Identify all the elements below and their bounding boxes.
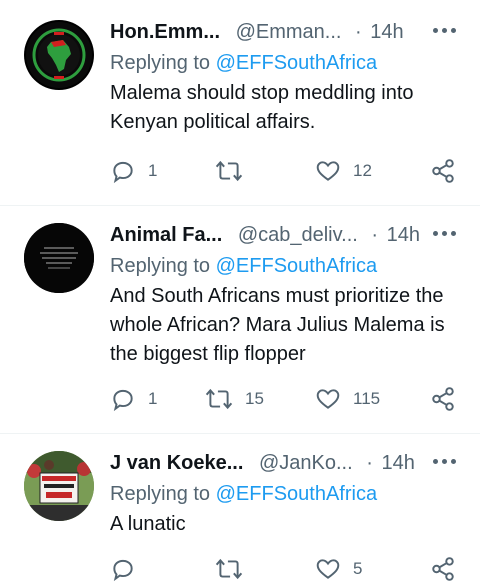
mention-link[interactable]: @EFFSouthAfrica	[216, 483, 377, 505]
like-button[interactable]: 5	[315, 556, 362, 582]
share-button[interactable]	[430, 556, 456, 582]
like-button[interactable]: 115	[315, 386, 380, 412]
replying-prefix: Replying to	[110, 483, 216, 505]
user-handle[interactable]: @JanKo...	[259, 452, 353, 474]
replying-prefix: Replying to	[110, 255, 216, 277]
mention-link[interactable]: @EFFSouthAfrica	[216, 255, 377, 277]
like-count: 115	[353, 389, 381, 408]
tweet-text: A lunatic	[110, 513, 186, 535]
tweet-actions: 1 15 115	[0, 386, 480, 416]
tweet-header: Animal Fa... @cab_deliv... · 14h	[110, 221, 480, 249]
retweet-icon	[215, 558, 243, 580]
like-count: 5	[353, 559, 363, 578]
like-button[interactable]: 12	[315, 158, 372, 184]
tweet-text: Malema should stop meddling into Kenyan …	[110, 82, 414, 133]
retweet-icon	[205, 388, 233, 410]
replying-to: Replying to @EFFSouthAfrica	[110, 480, 377, 508]
retweet-count: 15	[245, 389, 264, 408]
separator-dot: ·	[371, 224, 379, 246]
display-name[interactable]: Animal Fa...	[110, 224, 222, 246]
avatar[interactable]	[24, 20, 94, 90]
timestamp[interactable]: 14h	[387, 224, 420, 246]
like-icon	[316, 161, 340, 181]
share-icon	[432, 159, 454, 183]
display-name[interactable]: Hon.Emm...	[110, 21, 220, 43]
more-icon[interactable]	[433, 28, 456, 33]
separator-dot: ·	[366, 452, 373, 474]
share-icon	[432, 387, 454, 411]
like-count: 12	[353, 161, 372, 180]
reply-count: 1	[148, 161, 158, 180]
timestamp[interactable]: 14h	[381, 452, 414, 474]
retweet-button[interactable]	[215, 158, 255, 184]
tweet-text: And South Africans must prioritize the w…	[110, 285, 445, 365]
share-button[interactable]	[430, 158, 456, 184]
mention-link[interactable]: @EFFSouthAfrica	[216, 52, 377, 74]
replying-to: Replying to @EFFSouthAfrica	[110, 252, 377, 280]
user-handle[interactable]: @cab_deliv...	[238, 224, 358, 246]
african-map-logo	[26, 22, 92, 88]
retweet-icon	[215, 160, 243, 182]
reply-button[interactable]	[110, 556, 148, 582]
more-icon[interactable]	[433, 459, 456, 464]
replying-prefix: Replying to	[110, 52, 216, 74]
avatar[interactable]	[24, 223, 94, 293]
divider	[0, 205, 480, 206]
avatar[interactable]	[24, 451, 94, 521]
tweet-header: Hon.Emm... @Emman... · 14h	[110, 18, 480, 46]
dark-text-avatar	[24, 223, 94, 293]
like-icon	[316, 389, 340, 409]
reply-count: 1	[148, 389, 158, 408]
like-icon	[316, 559, 340, 579]
reply-button[interactable]: 1	[110, 158, 157, 184]
more-icon[interactable]	[433, 231, 456, 236]
separator-dot: ·	[355, 21, 362, 43]
reply-icon	[113, 161, 133, 184]
retweet-button[interactable]	[215, 556, 255, 582]
reply-icon	[113, 559, 133, 582]
retweet-button[interactable]: 15	[205, 386, 264, 412]
replying-to: Replying to @EFFSouthAfrica	[110, 49, 377, 77]
divider	[0, 433, 480, 434]
share-button[interactable]	[430, 386, 456, 412]
timestamp[interactable]: 14h	[370, 21, 403, 43]
display-name[interactable]: J van Koeke...	[110, 452, 243, 474]
tweet-actions: 5	[0, 556, 480, 586]
tweet-header: J van Koeke... @JanKo... · 14h	[110, 449, 480, 477]
reply-button[interactable]: 1	[110, 386, 157, 412]
reply-icon	[113, 389, 133, 412]
share-icon	[432, 557, 454, 581]
protest-sign-avatar	[24, 451, 94, 521]
tweet-actions: 1 12	[0, 158, 480, 188]
user-handle[interactable]: @Emman...	[236, 21, 342, 43]
